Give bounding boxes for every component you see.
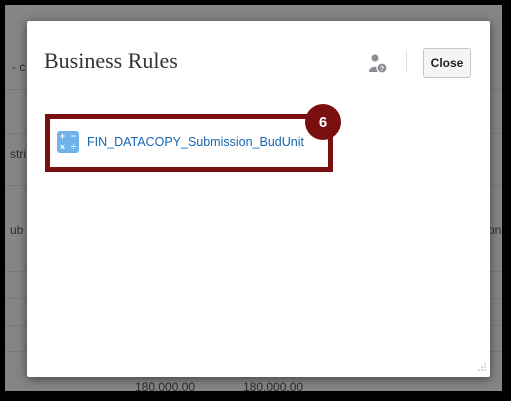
tutorial-highlight-box [45, 114, 333, 172]
screenshot-frame: - c stri ub on 180,000.00 180,000.00 Bus… [3, 3, 504, 393]
dialog-title: Business Rules [44, 48, 178, 73]
svg-text:?: ? [380, 66, 384, 73]
header-divider [406, 51, 407, 73]
business-rules-dialog: Business Rules ? Close + − × ÷ FIN_DATACOPY… [27, 21, 490, 377]
user-help-icon[interactable]: ? [367, 53, 389, 75]
tutorial-step-badge: 6 [305, 104, 341, 140]
resize-grip-icon[interactable] [476, 363, 486, 373]
close-button[interactable]: Close [423, 48, 471, 78]
